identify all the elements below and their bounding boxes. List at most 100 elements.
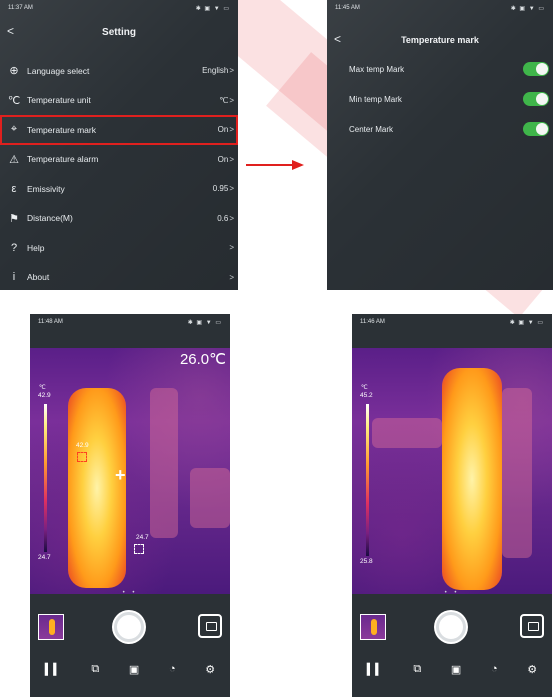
crosshair-icon: ⌖ <box>10 123 18 136</box>
chevron-right-icon: > <box>229 243 234 253</box>
chevron-right-icon: > <box>229 95 234 105</box>
color-scale-bar <box>44 404 47 552</box>
center-mark-row[interactable]: Center Mark <box>327 116 553 142</box>
overlay-icon[interactable]: ⧉ <box>91 663 99 676</box>
camera-controls <box>352 606 552 652</box>
status-bar: 11:48 AM ✱ ▣ ▼ ▭ <box>30 314 230 330</box>
temperature-mark-screen: 11:45 AM ✱ ▣ ▼ ▭ < Temperature mark Max … <box>327 0 553 290</box>
color-palette-icon[interactable]: ◔ <box>169 663 176 675</box>
thermometer-icon: ℃ <box>7 94 21 107</box>
scale-max: 45.2 <box>360 392 373 399</box>
settings-list: ⊕ Language select English > ℃ Temperatur… <box>0 56 238 290</box>
settings-item-temperature-unit[interactable]: ℃ Temperature unit ℃ > <box>0 86 238 116</box>
center-mark-toggle[interactable] <box>523 122 549 136</box>
settings-item-temperature-alarm[interactable]: ⚠ Temperature alarm On > <box>0 145 238 175</box>
status-time: 11:45 AM <box>335 5 360 11</box>
hot-object <box>68 388 126 588</box>
max-temp-mark-value: 42.9 <box>76 442 89 449</box>
thermal-camera-screen-plain: 11:46 AM ✱ ▣ ▼ ▭ ℃ 45.2 25.8 • • ▍▍ ⧉ ▣ … <box>352 314 552 697</box>
palette-frame-icon[interactable]: ▣ <box>129 663 139 676</box>
page-indicator: • • <box>444 590 460 596</box>
background-warm-region <box>190 468 230 528</box>
nav-bar: < Setting <box>0 22 238 42</box>
page-title: Temperature mark <box>401 35 479 45</box>
min-temp-mark-row[interactable]: Min temp Mark <box>327 86 553 112</box>
settings-item-language[interactable]: ⊕ Language select English > <box>0 56 238 86</box>
chevron-right-icon: > <box>229 213 234 223</box>
palette-frame-icon[interactable]: ▣ <box>451 663 461 676</box>
chevron-right-icon: > <box>229 154 234 164</box>
color-palette-icon[interactable]: ◔ <box>491 663 498 675</box>
color-scale-bar <box>366 404 369 556</box>
status-icons: ✱ ▣ ▼ ▭ <box>510 5 545 12</box>
alarm-icon: ⚠ <box>9 153 19 166</box>
status-time: 11:48 AM <box>38 319 63 325</box>
settings-item-label: Help <box>27 242 45 253</box>
toggle-label: Max temp Mark <box>349 64 405 74</box>
help-icon: ? <box>10 241 18 254</box>
settings-item-label: About <box>27 272 50 283</box>
status-icons: ✱ ▣ ▼ ▭ <box>509 319 544 326</box>
shutter-button[interactable] <box>114 612 144 642</box>
camera-toolbar: ▍▍ ⧉ ▣ ◔ ⚙ <box>30 656 230 682</box>
split-view-icon[interactable]: ▍▍ <box>367 663 384 676</box>
max-temp-mark-toggle[interactable] <box>523 62 549 76</box>
center-temperature: 26.0℃ <box>179 351 226 368</box>
status-time: 11:37 AM <box>8 5 33 11</box>
scale-max: 42.9 <box>38 392 51 399</box>
status-icons: ✱ ▣ ▼ ▭ <box>195 5 230 12</box>
max-temp-marker-icon <box>77 452 87 462</box>
settings-gear-icon[interactable]: ⚙ <box>205 663 215 676</box>
max-temp-mark-row[interactable]: Max temp Mark <box>327 56 553 82</box>
settings-item-label: Temperature unit <box>27 95 91 106</box>
settings-item-help[interactable]: ? Help > <box>0 233 238 263</box>
gallery-icon[interactable] <box>198 614 222 638</box>
chevron-right-icon: > <box>229 184 234 194</box>
toggle-label: Min temp Mark <box>349 94 402 104</box>
thermal-image[interactable]: 26.0℃ ℃ 42.9 24.7 42.9 + 24.7 <box>30 348 230 594</box>
min-temp-marker-icon <box>134 544 144 554</box>
nav-bar: < Temperature mark <box>327 30 553 50</box>
camera-controls <box>30 606 230 652</box>
settings-item-distance[interactable]: ⚑ Distance(M) 0.6 > <box>0 204 238 234</box>
settings-item-label: Temperature alarm <box>27 154 99 165</box>
scale-unit: ℃ <box>361 385 368 391</box>
settings-item-about[interactable]: i About > <box>0 263 238 291</box>
background-warm-region <box>502 388 532 558</box>
settings-item-value: On <box>217 125 229 135</box>
split-view-icon[interactable]: ▍▍ <box>45 663 62 676</box>
camera-toolbar: ▍▍ ⧉ ▣ ◔ ⚙ <box>352 656 552 682</box>
scale-min: 25.8 <box>360 558 373 565</box>
globe-icon: ⊕ <box>9 65 19 78</box>
status-bar: 11:45 AM ✱ ▣ ▼ ▭ <box>327 0 553 16</box>
status-bar: 11:37 AM ✱ ▣ ▼ ▭ <box>0 0 238 16</box>
last-capture-thumbnail[interactable] <box>360 614 386 640</box>
scale-min: 24.7 <box>38 554 51 561</box>
background-warm-region <box>372 418 442 448</box>
min-temp-mark-toggle[interactable] <box>523 92 549 106</box>
scale-unit: ℃ <box>39 385 46 391</box>
distance-icon: ⚑ <box>9 212 19 225</box>
overlay-icon[interactable]: ⧉ <box>413 663 421 676</box>
toggle-label: Center Mark <box>349 124 394 134</box>
last-capture-thumbnail[interactable] <box>38 614 64 640</box>
settings-item-value: 0.6 <box>217 213 229 223</box>
settings-item-label: Temperature mark <box>27 124 96 135</box>
back-icon[interactable]: < <box>334 32 341 46</box>
settings-gear-icon[interactable]: ⚙ <box>527 663 537 676</box>
settings-item-value: On <box>217 154 229 164</box>
thermal-image[interactable]: ℃ 45.2 25.8 <box>352 348 552 594</box>
back-icon[interactable]: < <box>7 24 14 38</box>
settings-item-temperature-mark[interactable]: ⌖ Temperature mark On > <box>0 115 238 145</box>
settings-item-emissivity[interactable]: ε Emissivity 0.95 > <box>0 174 238 204</box>
chevron-right-icon: > <box>229 66 234 76</box>
status-icons: ✱ ▣ ▼ ▭ <box>187 319 222 326</box>
arrow-right-icon <box>246 160 304 170</box>
settings-screen: 11:37 AM ✱ ▣ ▼ ▭ < Setting ⊕ Language se… <box>0 0 238 290</box>
settings-item-label: Distance(M) <box>27 213 73 224</box>
shutter-button[interactable] <box>436 612 466 642</box>
thermal-camera-screen-marks: 11:48 AM ✱ ▣ ▼ ▭ 26.0℃ ℃ 42.9 24.7 42.9 … <box>30 314 230 697</box>
chevron-right-icon: > <box>229 272 234 282</box>
page-title: Setting <box>102 26 136 38</box>
gallery-icon[interactable] <box>520 614 544 638</box>
